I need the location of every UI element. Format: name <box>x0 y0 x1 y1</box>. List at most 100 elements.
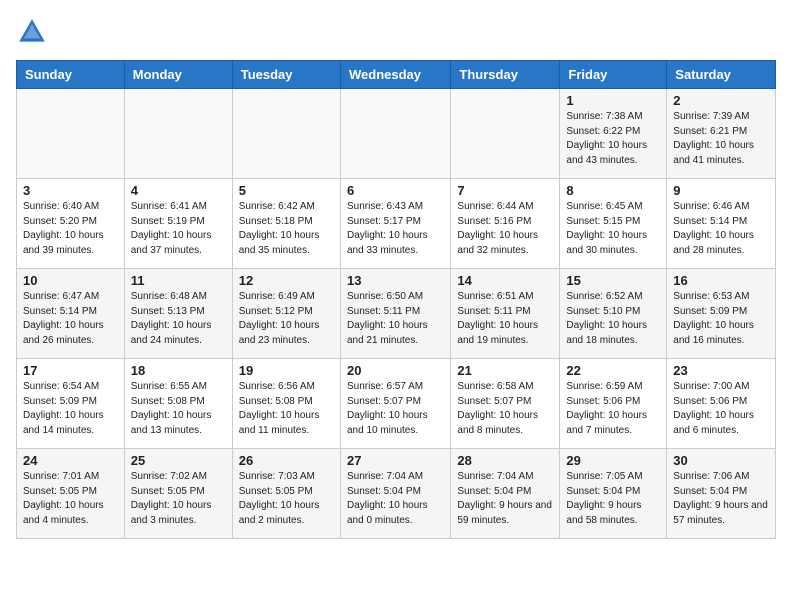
day-info: Sunrise: 6:54 AM Sunset: 5:09 PM Dayligh… <box>23 380 118 438</box>
calendar-cell: 10 Sunrise: 6:47 AM Sunset: 5:14 PM Dayli… <box>17 269 125 359</box>
calendar-cell: 1 Sunrise: 7:38 AM Sunset: 6:22 PM Daylig… <box>560 89 667 179</box>
calendar-cell: 16 Sunrise: 6:53 AM Sunset: 5:09 PM Dayli… <box>667 269 776 359</box>
day-number: 4 <box>131 183 226 198</box>
logo <box>16 16 52 48</box>
day-number: 22 <box>566 363 660 378</box>
calendar-cell: 5 Sunrise: 6:42 AM Sunset: 5:18 PM Daylig… <box>232 179 340 269</box>
day-number: 27 <box>347 453 444 468</box>
day-info: Sunrise: 6:50 AM Sunset: 5:11 PM Dayligh… <box>347 290 444 348</box>
day-number: 19 <box>239 363 334 378</box>
day-info: Sunrise: 7:05 AM Sunset: 5:04 PM Dayligh… <box>566 470 660 528</box>
calendar-cell: 23 Sunrise: 7:00 AM Sunset: 5:06 PM Dayli… <box>667 359 776 449</box>
day-number: 3 <box>23 183 118 198</box>
day-number: 15 <box>566 273 660 288</box>
calendar-cell: 28 Sunrise: 7:04 AM Sunset: 5:04 PM Dayli… <box>451 449 560 539</box>
day-info: Sunrise: 7:00 AM Sunset: 5:06 PM Dayligh… <box>673 380 769 438</box>
day-number: 11 <box>131 273 226 288</box>
day-info: Sunrise: 6:55 AM Sunset: 5:08 PM Dayligh… <box>131 380 226 438</box>
day-number: 28 <box>457 453 553 468</box>
day-number: 21 <box>457 363 553 378</box>
day-number: 12 <box>239 273 334 288</box>
day-number: 30 <box>673 453 769 468</box>
weekday-header: Saturday <box>667 61 776 89</box>
day-info: Sunrise: 6:47 AM Sunset: 5:14 PM Dayligh… <box>23 290 118 348</box>
calendar-cell: 12 Sunrise: 6:49 AM Sunset: 5:12 PM Dayli… <box>232 269 340 359</box>
calendar-cell: 11 Sunrise: 6:48 AM Sunset: 5:13 PM Dayli… <box>124 269 232 359</box>
weekday-header: Tuesday <box>232 61 340 89</box>
day-info: Sunrise: 7:38 AM Sunset: 6:22 PM Dayligh… <box>566 110 660 168</box>
day-info: Sunrise: 6:40 AM Sunset: 5:20 PM Dayligh… <box>23 200 118 258</box>
day-info: Sunrise: 6:58 AM Sunset: 5:07 PM Dayligh… <box>457 380 553 438</box>
day-info: Sunrise: 7:02 AM Sunset: 5:05 PM Dayligh… <box>131 470 226 528</box>
calendar-cell: 21 Sunrise: 6:58 AM Sunset: 5:07 PM Dayli… <box>451 359 560 449</box>
weekday-header: Wednesday <box>340 61 450 89</box>
day-number: 23 <box>673 363 769 378</box>
day-info: Sunrise: 6:59 AM Sunset: 5:06 PM Dayligh… <box>566 380 660 438</box>
calendar-cell: 17 Sunrise: 6:54 AM Sunset: 5:09 PM Dayli… <box>17 359 125 449</box>
day-info: Sunrise: 6:48 AM Sunset: 5:13 PM Dayligh… <box>131 290 226 348</box>
calendar-cell <box>340 89 450 179</box>
day-number: 2 <box>673 93 769 108</box>
day-info: Sunrise: 6:53 AM Sunset: 5:09 PM Dayligh… <box>673 290 769 348</box>
day-number: 8 <box>566 183 660 198</box>
day-info: Sunrise: 6:43 AM Sunset: 5:17 PM Dayligh… <box>347 200 444 258</box>
day-number: 25 <box>131 453 226 468</box>
day-number: 17 <box>23 363 118 378</box>
day-number: 13 <box>347 273 444 288</box>
day-number: 7 <box>457 183 553 198</box>
weekday-header: Sunday <box>17 61 125 89</box>
day-info: Sunrise: 6:56 AM Sunset: 5:08 PM Dayligh… <box>239 380 334 438</box>
calendar-cell: 15 Sunrise: 6:52 AM Sunset: 5:10 PM Dayli… <box>560 269 667 359</box>
calendar-cell <box>451 89 560 179</box>
day-number: 18 <box>131 363 226 378</box>
day-number: 6 <box>347 183 444 198</box>
day-info: Sunrise: 6:46 AM Sunset: 5:14 PM Dayligh… <box>673 200 769 258</box>
day-info: Sunrise: 7:01 AM Sunset: 5:05 PM Dayligh… <box>23 470 118 528</box>
day-number: 29 <box>566 453 660 468</box>
calendar-cell: 30 Sunrise: 7:06 AM Sunset: 5:04 PM Dayli… <box>667 449 776 539</box>
weekday-header: Monday <box>124 61 232 89</box>
calendar-cell: 24 Sunrise: 7:01 AM Sunset: 5:05 PM Dayli… <box>17 449 125 539</box>
day-info: Sunrise: 6:42 AM Sunset: 5:18 PM Dayligh… <box>239 200 334 258</box>
logo-icon <box>16 16 48 48</box>
calendar-cell: 26 Sunrise: 7:03 AM Sunset: 5:05 PM Dayli… <box>232 449 340 539</box>
day-number: 20 <box>347 363 444 378</box>
calendar-cell: 14 Sunrise: 6:51 AM Sunset: 5:11 PM Dayli… <box>451 269 560 359</box>
day-number: 14 <box>457 273 553 288</box>
weekday-header: Thursday <box>451 61 560 89</box>
day-number: 16 <box>673 273 769 288</box>
calendar-cell <box>124 89 232 179</box>
calendar-cell: 2 Sunrise: 7:39 AM Sunset: 6:21 PM Daylig… <box>667 89 776 179</box>
day-number: 10 <box>23 273 118 288</box>
calendar-cell: 13 Sunrise: 6:50 AM Sunset: 5:11 PM Dayli… <box>340 269 450 359</box>
day-info: Sunrise: 6:49 AM Sunset: 5:12 PM Dayligh… <box>239 290 334 348</box>
day-info: Sunrise: 7:04 AM Sunset: 5:04 PM Dayligh… <box>347 470 444 528</box>
day-info: Sunrise: 6:52 AM Sunset: 5:10 PM Dayligh… <box>566 290 660 348</box>
calendar-cell: 20Sunrise: 6:57 AM Sunset: 5:07 PM Dayli… <box>340 359 450 449</box>
day-number: 5 <box>239 183 334 198</box>
day-info: Sunrise: 7:03 AM Sunset: 5:05 PM Dayligh… <box>239 470 334 528</box>
day-info: Sunrise: 6:51 AM Sunset: 5:11 PM Dayligh… <box>457 290 553 348</box>
calendar-cell: 3 Sunrise: 6:40 AM Sunset: 5:20 PM Daylig… <box>17 179 125 269</box>
page-header <box>16 16 776 48</box>
calendar-cell <box>17 89 125 179</box>
day-info: Sunrise: 7:06 AM Sunset: 5:04 PM Dayligh… <box>673 470 769 528</box>
calendar-table: SundayMondayTuesdayWednesdayThursdayFrid… <box>16 60 776 539</box>
calendar-cell <box>232 89 340 179</box>
day-number: 1 <box>566 93 660 108</box>
calendar-cell: 29 Sunrise: 7:05 AM Sunset: 5:04 PM Dayli… <box>560 449 667 539</box>
calendar-cell: 4 Sunrise: 6:41 AM Sunset: 5:19 PM Daylig… <box>124 179 232 269</box>
day-info: Sunrise: 7:04 AM Sunset: 5:04 PM Dayligh… <box>457 470 553 528</box>
day-info: Sunrise: 6:45 AM Sunset: 5:15 PM Dayligh… <box>566 200 660 258</box>
calendar-cell: 18 Sunrise: 6:55 AM Sunset: 5:08 PM Dayli… <box>124 359 232 449</box>
day-info: Sunrise: 7:39 AM Sunset: 6:21 PM Dayligh… <box>673 110 769 168</box>
day-number: 24 <box>23 453 118 468</box>
calendar-cell: 22 Sunrise: 6:59 AM Sunset: 5:06 PM Dayli… <box>560 359 667 449</box>
day-number: 26 <box>239 453 334 468</box>
calendar-cell: 19 Sunrise: 6:56 AM Sunset: 5:08 PM Dayli… <box>232 359 340 449</box>
calendar-cell: 7Sunrise: 6:44 AM Sunset: 5:16 PM Daylig… <box>451 179 560 269</box>
calendar-cell: 25 Sunrise: 7:02 AM Sunset: 5:05 PM Dayli… <box>124 449 232 539</box>
day-info: Sunrise: 6:41 AM Sunset: 5:19 PM Dayligh… <box>131 200 226 258</box>
calendar-cell: 9Sunrise: 6:46 AM Sunset: 5:14 PM Daylig… <box>667 179 776 269</box>
weekday-header: Friday <box>560 61 667 89</box>
